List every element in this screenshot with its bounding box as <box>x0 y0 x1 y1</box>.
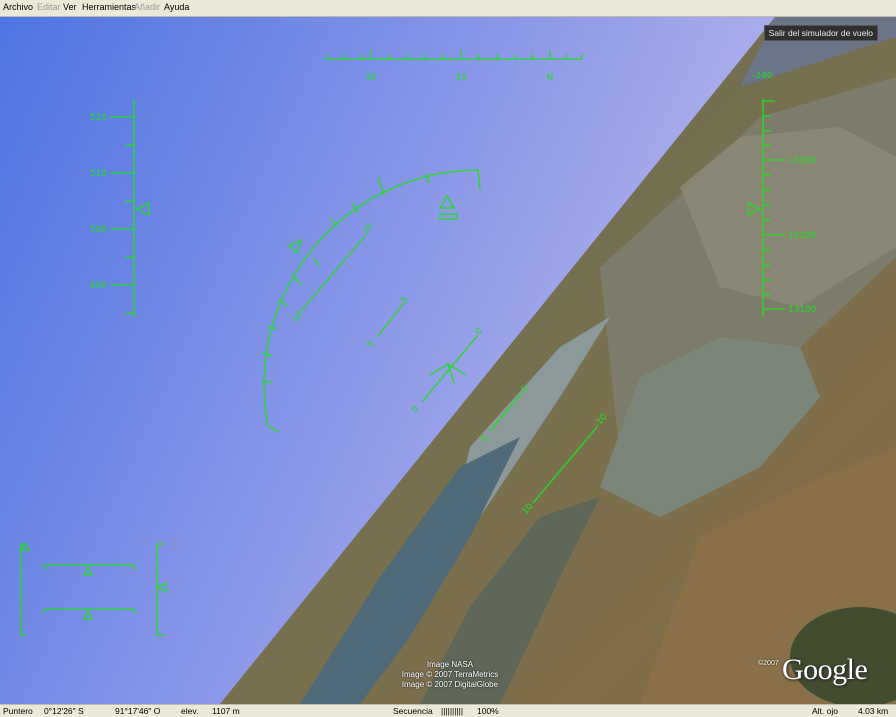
speed-label-490: 490 <box>90 281 107 291</box>
throttle-bottom-icon <box>82 609 94 620</box>
elevation-value: 1107 m <box>212 706 240 716</box>
streaming-progress-bar: |||||||||| <box>441 706 464 716</box>
menu-anadir[interactable]: Añadir <box>134 2 160 13</box>
pitch-label-neg10-right: -10 <box>593 412 610 430</box>
pitch-label-10-right: 10 <box>361 222 376 237</box>
flight-hud: 30 33 N 520 510 500 490 -240 13300 13200… <box>19 50 817 636</box>
pointer-latitude: 0°12'26" S <box>44 706 84 716</box>
menu-editar[interactable]: Editar <box>37 2 61 13</box>
pitch-label-5-right: 5 <box>400 295 411 306</box>
streaming-percent: 100% <box>477 706 499 716</box>
elevation-label: elev. <box>181 706 199 716</box>
pitch-line-5 <box>376 301 406 338</box>
status-bar: Puntero 0°12'26" S 91°17'46" O elev. 110… <box>0 704 896 717</box>
flight-view[interactable]: 30 33 N 520 510 500 490 -240 13300 13200… <box>0 17 896 704</box>
bank-arc <box>263 169 481 433</box>
exit-flight-simulator-button[interactable]: Salir del simulador de vuelo <box>763 25 878 41</box>
engine-gauge-left <box>20 543 26 636</box>
elevator-pointer-icon <box>156 581 167 594</box>
menu-ayuda[interactable]: Ayuda <box>164 2 189 13</box>
streaming-label: Secuencia <box>393 706 433 716</box>
google-copyright-year: ©2007 <box>758 660 779 667</box>
pitch-label-0-left: 0 <box>410 404 422 415</box>
pitch-label-5-left: 5 <box>366 339 377 350</box>
pointer-label: Puntero <box>3 706 33 716</box>
pitch-line-neg10 <box>532 426 598 504</box>
heading-label-30: 30 <box>365 73 377 83</box>
altitude-pointer-icon <box>747 201 762 217</box>
bank-ticks <box>261 172 430 383</box>
pitch-line-10 <box>300 234 367 312</box>
pitch-line-neg5 <box>489 393 522 432</box>
aircraft-symbol-icon <box>429 363 467 384</box>
credit-nasa: Image NASA <box>426 660 474 669</box>
slip-indicator <box>439 213 458 220</box>
vertical-speed-readout: -240 <box>752 71 773 81</box>
altitude-label-13300: 13300 <box>788 156 817 166</box>
menu-archivo[interactable]: Archivo <box>3 2 33 13</box>
imagery-credits: Image NASA Image © 2007 TerraMetrics Ima… <box>380 660 520 690</box>
pitch-label-neg5-left: 5 <box>480 434 491 445</box>
menu-herramientas[interactable]: Herramientas <box>82 2 136 13</box>
heading-label-n: N <box>547 73 554 83</box>
flaps-pointer-icon <box>19 542 31 551</box>
speed-label-510: 510 <box>90 169 107 179</box>
menu-bar: Archivo Editar Ver Herramientas Añadir A… <box>0 0 896 17</box>
pitch-label-0-right: 0 <box>474 326 486 337</box>
google-logo: Google <box>782 653 868 686</box>
menu-ver[interactable]: Ver <box>63 2 77 13</box>
heading-label-33: 33 <box>455 73 466 83</box>
bank-marker-icon <box>287 238 303 255</box>
altitude-label-13200: 13200 <box>788 231 817 241</box>
pitch-label-neg10-left: 10 <box>521 502 536 517</box>
pitch-label-10-left: 10 <box>291 310 306 325</box>
throttle-top-icon <box>82 565 94 576</box>
speed-label-520: 520 <box>90 113 107 123</box>
bank-pointer-icon <box>438 194 456 209</box>
speed-pointer-icon <box>135 201 150 217</box>
altitude-ticks <box>763 100 785 310</box>
speed-ticks <box>110 116 134 314</box>
speed-label-500: 500 <box>90 225 107 235</box>
eye-altitude-value: 4.03 km <box>858 706 889 716</box>
credit-digitalglobe: Image © 2007 DigitalGlobe <box>401 680 499 689</box>
eye-altitude-label: Alt. ojo <box>812 706 838 716</box>
heading-ticks <box>325 50 583 59</box>
pointer-longitude: 91°17'46" O <box>115 706 161 716</box>
altitude-label-13100: 13100 <box>788 305 817 315</box>
credit-terrametrics: Image © 2007 TerraMetrics <box>401 670 499 679</box>
